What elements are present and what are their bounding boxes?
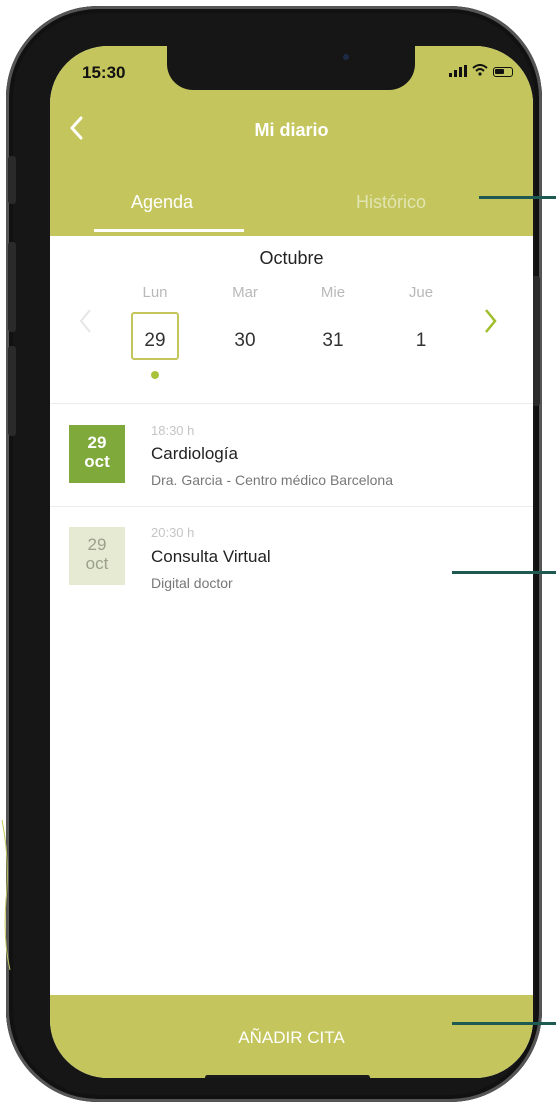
page-title: Mi diario xyxy=(254,120,329,140)
callout-line-list xyxy=(452,571,556,574)
appointment-date-badge: 29 oct xyxy=(69,527,125,585)
calendar-month: Octubre xyxy=(259,248,324,268)
signal-icon xyxy=(449,65,467,77)
appointment-month: oct xyxy=(84,452,110,471)
next-week-button[interactable] xyxy=(482,306,498,344)
appointment-month: oct xyxy=(85,554,109,573)
day-30[interactable]: 30 xyxy=(215,330,275,352)
margin-curve xyxy=(1,820,11,970)
mute-switch xyxy=(8,156,16,204)
day-1[interactable]: 1 xyxy=(391,330,451,352)
day-name-jue: Jue xyxy=(408,284,434,301)
notch xyxy=(167,46,415,90)
footer-bar: AÑADIR CITA xyxy=(50,995,533,1078)
battery-icon xyxy=(493,67,513,77)
divider xyxy=(50,403,533,404)
appointment-day: 29 xyxy=(87,535,107,554)
appointment-subtitle: Digital doctor xyxy=(151,575,233,591)
home-indicator xyxy=(205,1075,370,1078)
day-name-mie: Mie xyxy=(320,284,346,301)
day-29[interactable]: 29 xyxy=(125,330,185,352)
active-tab-indicator xyxy=(94,229,244,232)
wifi-icon xyxy=(472,64,488,77)
volume-up-button xyxy=(8,242,16,332)
day-31[interactable]: 31 xyxy=(303,330,363,352)
camera-icon xyxy=(343,54,349,60)
status-icons xyxy=(449,64,513,77)
appointment-title: Consulta Virtual xyxy=(151,547,271,566)
appointment-time: 18:30 h xyxy=(151,423,195,438)
app-screen: 15:30 Mi diario Agenda Histórico Octubre xyxy=(50,46,533,1078)
volume-down-button xyxy=(8,346,16,436)
callout-line-tabs xyxy=(479,196,556,199)
appointment-title: Cardiología xyxy=(151,444,238,463)
prev-week-button[interactable] xyxy=(78,306,94,344)
tab-historico[interactable]: Histórico xyxy=(356,192,426,213)
add-appointment-button[interactable]: AÑADIR CITA xyxy=(50,1028,533,1048)
appointment-day: 29 xyxy=(87,433,107,452)
phone-frame: 15:30 Mi diario Agenda Histórico Octubre xyxy=(6,6,542,1102)
tab-agenda[interactable]: Agenda xyxy=(131,192,193,213)
appointment-time: 20:30 h xyxy=(151,525,195,540)
callout-line-footer xyxy=(452,1022,556,1025)
appointment-date-badge: 29 oct xyxy=(69,425,125,483)
day-name-lun: Lun xyxy=(142,284,168,301)
status-time: 15:30 xyxy=(82,63,126,82)
chevron-right-icon xyxy=(485,309,497,333)
app-header: 15:30 Mi diario Agenda Histórico xyxy=(50,46,533,236)
divider xyxy=(50,506,533,507)
power-button xyxy=(532,276,540,406)
day-name-mar: Mar xyxy=(232,284,258,301)
event-dot-indicator xyxy=(151,371,159,379)
appointment-subtitle: Dra. Garcia - Centro médico Barcelona xyxy=(151,472,393,488)
chevron-left-icon xyxy=(79,309,91,333)
